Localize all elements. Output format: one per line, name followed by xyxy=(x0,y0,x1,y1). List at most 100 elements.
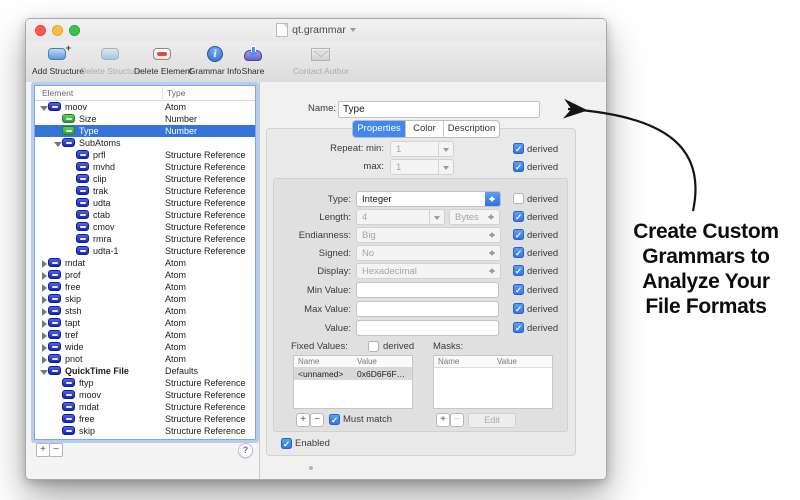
masks-add-button[interactable]: + xyxy=(436,413,450,427)
masks-table[interactable]: Name Value xyxy=(433,355,553,409)
share-icon xyxy=(240,44,266,64)
tree-row-ftyp[interactable]: ftyp Structure Reference xyxy=(35,377,255,389)
tree-row-wide[interactable]: wide Atom xyxy=(35,341,255,353)
tree-row-trak[interactable]: trak Structure Reference xyxy=(35,185,255,197)
type-popup[interactable]: Integer xyxy=(356,191,501,207)
tree-row-tapt[interactable]: tapt Atom xyxy=(35,317,255,329)
tree-row-type: Structure Reference xyxy=(165,150,246,160)
tree-row-type: Structure Reference xyxy=(165,414,246,424)
minvalue-field[interactable] xyxy=(356,282,499,298)
tree-row-skip[interactable]: skip Structure Reference xyxy=(35,425,255,437)
tree-row-subatoms[interactable]: SubAtoms xyxy=(35,137,255,149)
derived-checkbox[interactable]: ✓ xyxy=(513,265,524,276)
tree-row-mdat[interactable]: mdat Atom xyxy=(35,257,255,269)
screenshot-stage: qt.grammar + Add Structure Delete Structur… xyxy=(0,0,800,500)
tree-row-pnot[interactable]: pnot Atom xyxy=(35,353,255,365)
app-window: qt.grammar + Add Structure Delete Structur… xyxy=(25,18,607,480)
column-header-element[interactable]: Element xyxy=(42,88,73,98)
add-element-button[interactable]: + xyxy=(36,443,50,457)
column-header-type[interactable]: Type xyxy=(167,88,185,98)
document-proxy-icon[interactable] xyxy=(276,23,289,37)
tree-row-label: SubAtoms xyxy=(79,138,121,148)
tree-row-cmov[interactable]: cmov Structure Reference xyxy=(35,221,255,233)
tree-row-udta[interactable]: udta Structure Reference xyxy=(35,197,255,209)
toolbar: + Add Structure Delete Structure Delete Ele… xyxy=(26,41,606,83)
fixed-values-table[interactable]: Name Value <unnamed> 0x6D6F6F… xyxy=(293,355,413,409)
tab-color[interactable]: Color xyxy=(406,121,444,137)
icon-bar xyxy=(52,310,58,312)
length-combo: 4 xyxy=(356,209,445,225)
tab-properties[interactable]: Properties xyxy=(353,121,406,137)
must-match-checkbox[interactable]: ✓ xyxy=(329,414,340,425)
fixed-values-derived-label: derived xyxy=(383,341,415,352)
tree-row-type[interactable]: Type Number xyxy=(35,125,255,137)
tree-row-type: Atom xyxy=(165,258,187,268)
tree-row-type: Structure Reference xyxy=(165,390,246,400)
popup-stepper-icon xyxy=(484,210,499,224)
tree-row-prof[interactable]: prof Atom xyxy=(35,269,255,281)
tree-row-type: Structure Reference xyxy=(165,378,246,388)
tree-row-skip[interactable]: skip Atom xyxy=(35,293,255,305)
fixed-values-remove-button[interactable]: − xyxy=(310,413,324,427)
maxvalue-field[interactable] xyxy=(356,301,499,317)
name-input[interactable] xyxy=(338,101,540,118)
icon-bar xyxy=(80,178,86,180)
tree-row-label: Type xyxy=(79,126,99,136)
tree-row-label: stsh xyxy=(65,306,82,316)
tree-row-type: Structure Reference xyxy=(165,198,246,208)
form-row-label: Display: xyxy=(317,266,351,277)
derived-checkbox[interactable]: ✓ xyxy=(513,303,524,314)
tree-row-clip[interactable]: clip Structure Reference xyxy=(35,173,255,185)
tree-row-label: skip xyxy=(65,294,82,304)
tree-row-label: pnot xyxy=(65,354,83,364)
help-button[interactable]: ? xyxy=(238,443,253,458)
tree-row-type: Atom xyxy=(165,354,187,364)
derived-label: derived xyxy=(527,230,559,241)
tree-row-label: QuickTime File xyxy=(65,366,129,376)
derived-checkbox[interactable]: ✓ xyxy=(513,229,524,240)
tree-row-moov[interactable]: moov Atom xyxy=(35,101,255,113)
popup-stepper-icon xyxy=(485,246,500,260)
signed-popup: No xyxy=(356,245,501,261)
derived-checkbox[interactable]: ✓ xyxy=(513,247,524,258)
tree-row-quicktime-file[interactable]: QuickTime File Defaults xyxy=(35,365,255,377)
tree-row-udta-1[interactable]: udta-1 Structure Reference xyxy=(35,245,255,257)
remove-element-button[interactable]: − xyxy=(49,443,63,457)
tree-row-stsh[interactable]: stsh Atom xyxy=(35,305,255,317)
fixed-values-add-button[interactable]: + xyxy=(296,413,310,427)
derived-checkbox[interactable]: ✓ xyxy=(513,161,524,172)
tree-row-label: ftyp xyxy=(79,378,94,388)
value-field[interactable] xyxy=(356,320,499,336)
tab-description[interactable]: Description xyxy=(444,121,499,137)
tree-row-type: Atom xyxy=(165,330,187,340)
derived-checkbox[interactable] xyxy=(513,193,524,204)
tree-row-tref[interactable]: tref Atom xyxy=(35,329,255,341)
structure-icon xyxy=(76,198,89,207)
structure-icon xyxy=(48,330,61,339)
tree-row-free[interactable]: free Structure Reference xyxy=(35,413,255,425)
tree-row-label: rmra xyxy=(93,234,112,244)
chevron-down-icon[interactable] xyxy=(349,28,356,35)
enabled-checkbox[interactable]: ✓ xyxy=(281,438,292,449)
tree-row-ctab[interactable]: ctab Structure Reference xyxy=(35,209,255,221)
tree-row-mvhd[interactable]: mvhd Structure Reference xyxy=(35,161,255,173)
tree-row-type: Structure Reference xyxy=(165,234,246,244)
tree-row-label: tref xyxy=(65,330,79,340)
toolbar-item-contact-author: Contact Author xyxy=(285,44,357,76)
tree-row-moov[interactable]: moov Structure Reference xyxy=(35,389,255,401)
tree-row-prfl[interactable]: prfl Structure Reference xyxy=(35,149,255,161)
derived-checkbox[interactable]: ✓ xyxy=(513,284,524,295)
derived-checkbox[interactable]: ✓ xyxy=(513,143,524,154)
tree-row-free[interactable]: free Atom xyxy=(35,281,255,293)
tree-row-size[interactable]: Size Number xyxy=(35,113,255,125)
tree-row-mdat[interactable]: mdat Structure Reference xyxy=(35,401,255,413)
derived-checkbox[interactable]: ✓ xyxy=(513,322,524,333)
structure-shape-icon xyxy=(48,48,66,60)
form-row-label: Length: xyxy=(319,212,351,223)
table-row[interactable]: <unnamed> 0x6D6F6F… xyxy=(294,367,412,380)
toolbar-item-share[interactable]: Share xyxy=(217,44,289,76)
fixed-values-derived-checkbox[interactable] xyxy=(368,341,379,352)
tree-row-rmra[interactable]: rmra Structure Reference xyxy=(35,233,255,245)
tree-row-label: prfl xyxy=(93,150,106,160)
derived-checkbox[interactable]: ✓ xyxy=(513,211,524,222)
